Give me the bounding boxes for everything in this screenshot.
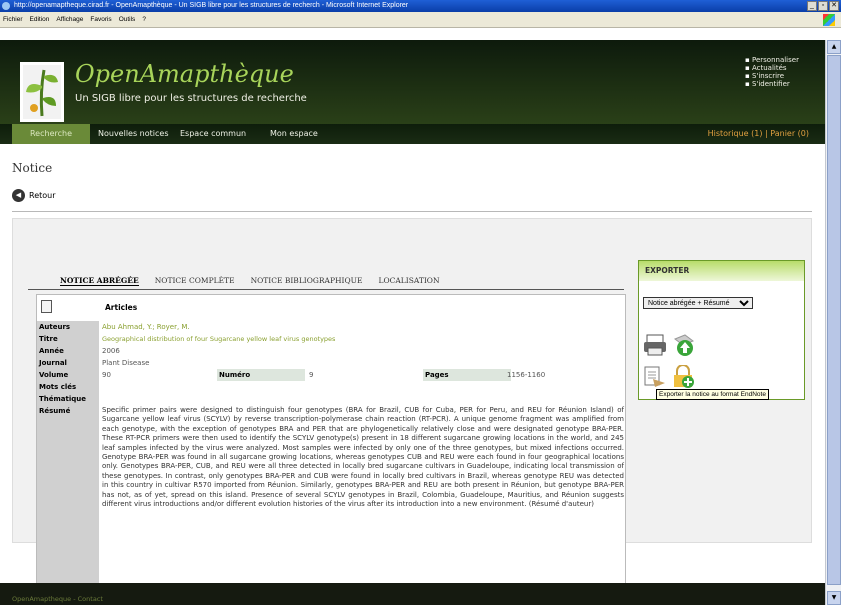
minimize-button[interactable]: _ bbox=[807, 1, 817, 11]
nav-historique-panier[interactable]: Historique (1) | Panier (0) bbox=[708, 124, 809, 144]
close-button[interactable]: ✕ bbox=[829, 1, 839, 11]
row-annee: Année 2006 bbox=[37, 345, 627, 357]
value-pages: 1156-1160 bbox=[507, 371, 546, 379]
label-numero: Numéro bbox=[217, 369, 305, 381]
value-titre[interactable]: Geographical distribution of four Sugarc… bbox=[102, 333, 335, 345]
label-annee: Année bbox=[37, 345, 99, 357]
value-journal: Plant Disease bbox=[102, 359, 150, 367]
link-identifier[interactable]: S'identifier bbox=[745, 80, 799, 88]
export-format-select[interactable]: Notice abrégée + Résumé bbox=[643, 297, 753, 309]
scroll-thumb[interactable] bbox=[827, 55, 841, 585]
tab-notice-bibliographique[interactable]: NOTICE BIBLIOGRAPHIQUE bbox=[251, 276, 363, 286]
notice-tabs: NOTICE ABRÉGÉE NOTICE COMPLÈTE NOTICE BI… bbox=[60, 276, 440, 286]
link-actualites[interactable]: Actualités bbox=[745, 64, 799, 72]
label-titre: Titre bbox=[37, 333, 99, 345]
endnote-lock-icon[interactable] bbox=[671, 365, 697, 389]
footer-text[interactable]: OpenAmaptheque - Contact bbox=[12, 595, 103, 603]
back-link[interactable]: ◀ Retour bbox=[12, 189, 56, 202]
nav-espace-commun[interactable]: Espace commun bbox=[180, 124, 246, 144]
row-journal: Journal Plant Disease bbox=[37, 357, 627, 369]
row-titre: Titre Geographical distribution of four … bbox=[37, 333, 627, 345]
page: OpenAmapthèque Un SIGB libre pour les st… bbox=[0, 28, 825, 605]
window-title: http://openamaptheque.cirad.fr - OpenAma… bbox=[14, 2, 409, 9]
row-volume: Volume 90 Numéro 9 Pages 1156-1160 bbox=[37, 369, 627, 381]
link-inscrire[interactable]: S'inscrire bbox=[745, 72, 799, 80]
export-green-arrow-icon[interactable] bbox=[671, 333, 697, 357]
divider bbox=[12, 211, 812, 212]
document-icon bbox=[41, 300, 52, 313]
label-auteurs: Auteurs bbox=[37, 321, 99, 333]
menu-edition[interactable]: Edition bbox=[30, 16, 50, 23]
vertical-scrollbar[interactable]: ▲ ▼ bbox=[825, 40, 841, 605]
page-title: Notice bbox=[12, 161, 53, 175]
export-tooltip: Exporter la notice au format EndNote bbox=[656, 389, 769, 400]
ie-icon bbox=[2, 2, 10, 10]
menu-fichier[interactable]: Fichier bbox=[3, 16, 23, 23]
notice-panel: Articles Auteurs Abu Ahmad, Y.; Royer, M… bbox=[36, 294, 626, 588]
label-thematique: Thématique bbox=[37, 393, 99, 405]
doc-type: Articles bbox=[105, 303, 138, 312]
site-logo-icon bbox=[20, 62, 64, 122]
document-export-icon[interactable] bbox=[643, 365, 669, 389]
menu-affichage[interactable]: Affichage bbox=[56, 16, 83, 23]
window-titlebar: http://openamaptheque.cirad.fr - OpenAma… bbox=[0, 0, 841, 12]
scroll-down-icon[interactable]: ▼ bbox=[827, 591, 841, 605]
value-volume: 90 bbox=[102, 371, 111, 379]
menu-bar: Fichier Edition Affichage Favoris Outils… bbox=[0, 12, 841, 28]
label-journal: Journal bbox=[37, 357, 99, 369]
nav-mon-espace[interactable]: Mon espace bbox=[270, 124, 318, 144]
printer-icon[interactable] bbox=[643, 333, 669, 357]
value-annee: 2006 bbox=[102, 347, 120, 355]
tab-notice-complete[interactable]: NOTICE COMPLÈTE bbox=[155, 276, 235, 286]
export-panel: EXPORTER Notice abrégée + Résumé bbox=[638, 260, 805, 400]
value-auteurs[interactable]: Abu Ahmad, Y.; Royer, M. bbox=[102, 321, 190, 333]
back-arrow-icon: ◀ bbox=[12, 189, 25, 202]
menu-outils[interactable]: Outils bbox=[119, 16, 136, 23]
resume-text: Specific primer pairs were designed to d… bbox=[102, 406, 624, 509]
site-header: OpenAmapthèque Un SIGB libre pour les st… bbox=[0, 40, 825, 124]
label-pages: Pages bbox=[423, 369, 511, 381]
site-tagline: Un SIGB libre pour les structures de rec… bbox=[75, 93, 307, 104]
user-links: Personnaliser Actualités S'inscrire S'id… bbox=[745, 56, 799, 88]
tab-localisation[interactable]: LOCALISATION bbox=[378, 276, 439, 286]
nav-nouvelles-notices[interactable]: Nouvelles notices bbox=[98, 124, 169, 144]
window-controls: _ ▫ ✕ bbox=[807, 1, 839, 11]
label-resume: Résumé bbox=[37, 405, 99, 417]
scroll-up-icon[interactable]: ▲ bbox=[827, 40, 841, 54]
row-thematique: Thématique bbox=[37, 393, 627, 405]
label-mots-cles: Mots clés bbox=[37, 381, 99, 393]
export-title: EXPORTER bbox=[639, 261, 804, 281]
site-footer: OpenAmaptheque - Contact bbox=[0, 583, 825, 605]
resume-label-column bbox=[37, 417, 99, 583]
label-volume: Volume bbox=[37, 369, 99, 381]
value-numero: 9 bbox=[309, 371, 314, 379]
menu-favoris[interactable]: Favoris bbox=[90, 16, 111, 23]
link-personnaliser[interactable]: Personnaliser bbox=[745, 56, 799, 64]
tab-notice-abregee[interactable]: NOTICE ABRÉGÉE bbox=[60, 276, 139, 286]
nav-recherche[interactable]: Recherche bbox=[12, 124, 90, 144]
menu-help[interactable]: ? bbox=[142, 16, 146, 23]
site-name[interactable]: OpenAmapthèque bbox=[75, 60, 294, 88]
windows-logo-icon bbox=[823, 14, 835, 26]
back-label: Retour bbox=[29, 191, 56, 200]
tab-underline bbox=[28, 289, 624, 290]
row-auteurs: Auteurs Abu Ahmad, Y.; Royer, M. bbox=[37, 321, 627, 333]
row-mots-cles: Mots clés bbox=[37, 381, 627, 393]
maximize-button[interactable]: ▫ bbox=[818, 1, 828, 11]
main-nav: Recherche Nouvelles notices Espace commu… bbox=[0, 124, 825, 144]
